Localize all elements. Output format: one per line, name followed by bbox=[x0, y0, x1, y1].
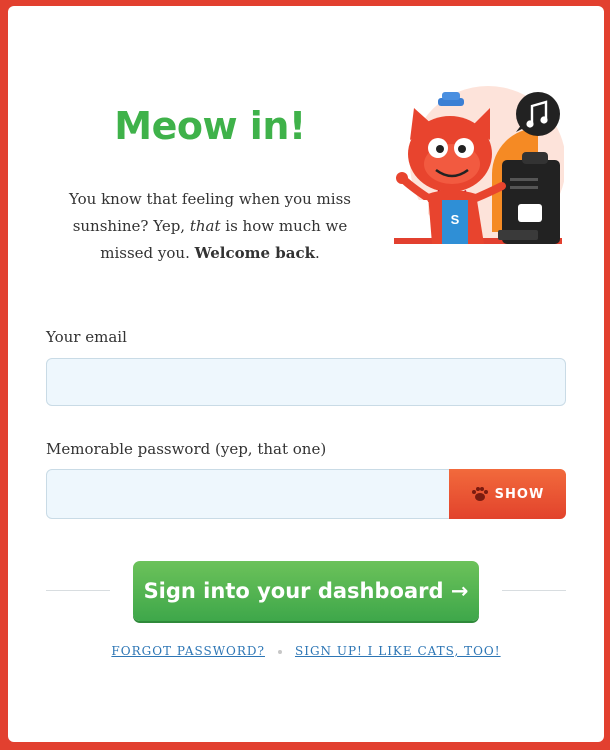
login-card: Meow in! You know that feeling when you … bbox=[8, 6, 604, 742]
footer-links: FORGOT PASSWORD? SIGN UP! I LIKE CATS, TO… bbox=[8, 644, 604, 658]
sign-in-button-label: Sign into your dashboard → bbox=[143, 579, 469, 603]
email-label: Your email bbox=[46, 328, 127, 346]
intro-text-end: . bbox=[314, 244, 320, 262]
forgot-password-link[interactable]: FORGOT PASSWORD? bbox=[111, 644, 265, 658]
page-title: Meow in! bbox=[114, 104, 306, 148]
music-note-bubble-icon bbox=[516, 92, 560, 136]
password-input[interactable] bbox=[46, 469, 450, 519]
sign-in-button[interactable]: Sign into your dashboard → bbox=[133, 561, 479, 621]
intro-text: You know that feeling when you miss suns… bbox=[48, 186, 372, 267]
intro-emphasis: that bbox=[189, 217, 221, 235]
apron-badge-letter: S bbox=[451, 212, 460, 227]
show-password-button[interactable]: SHOW bbox=[449, 469, 566, 519]
show-button-label: SHOW bbox=[494, 486, 545, 502]
divider-right bbox=[502, 590, 566, 591]
link-separator-dot bbox=[277, 649, 282, 654]
sign-up-link[interactable]: SIGN UP! I LIKE CATS, TOO! bbox=[295, 644, 501, 658]
divider-left bbox=[46, 590, 110, 591]
coffee-machine-icon bbox=[498, 152, 560, 244]
password-label: Memorable password (yep, that one) bbox=[46, 440, 327, 458]
email-input[interactable] bbox=[46, 358, 566, 406]
intro-bold: Welcome back bbox=[194, 244, 315, 262]
cat-barista-illustration: S bbox=[394, 86, 564, 244]
paw-icon bbox=[471, 487, 488, 501]
